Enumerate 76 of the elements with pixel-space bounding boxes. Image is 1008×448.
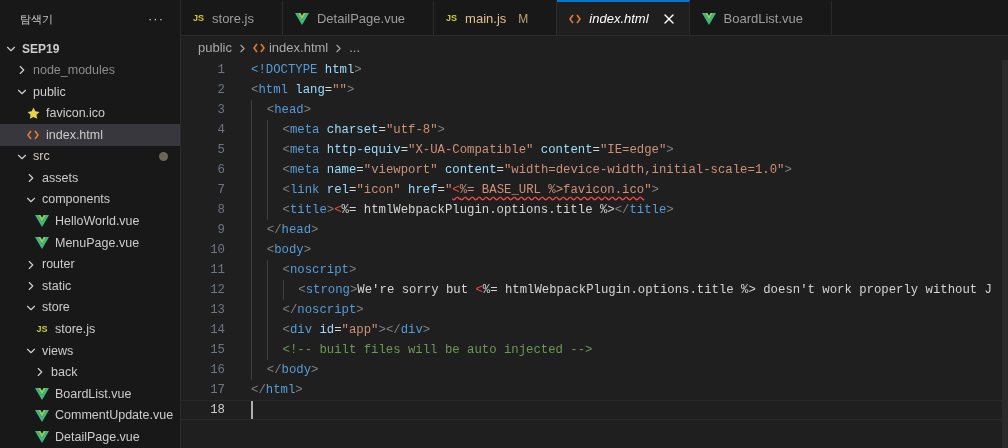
code-line: <meta charset="utf-8"> [251, 120, 445, 140]
line-number: 3 [216, 101, 225, 119]
code-line: <body> [251, 240, 312, 260]
js-icon: JS [446, 14, 458, 23]
folder-item[interactable]: public [0, 81, 180, 103]
folder-item[interactable]: src [0, 145, 180, 168]
line-number: 6 [216, 161, 225, 179]
code-line: <link rel="icon" href="<%= BASE_URL %>favicon.ico"> [251, 180, 659, 200]
code-line: <meta http-equiv="X-UA-Compatible" content="IE=edge"> [251, 140, 674, 160]
code-line: </body> [251, 360, 319, 380]
folder-item[interactable]: back [0, 361, 180, 384]
line-number: 15 [209, 341, 225, 359]
folder-item[interactable]: router [0, 253, 180, 276]
code-line: <!DOCTYPE html> [251, 62, 362, 79]
code-line: <title><%= htmlWebpackPlugin.options.title %></title> [251, 200, 674, 220]
file-item[interactable]: index.html [0, 124, 180, 146]
line-number: 8 [216, 201, 225, 219]
folder-item[interactable]: node_modules [0, 59, 180, 82]
vue-icon [294, 12, 309, 25]
code-line: <html lang=""> [251, 82, 355, 99]
js-icon: JS [36, 324, 48, 334]
file-item[interactable]: BoardList.vue [0, 383, 180, 405]
code-line: <div id="app"></div> [251, 320, 431, 340]
star-icon [26, 107, 40, 120]
more-button[interactable]: ··· [148, 9, 164, 29]
html-icon [27, 130, 39, 141]
file-item[interactable]: DetailPage.vue [0, 426, 180, 448]
line-number: 11 [209, 261, 225, 279]
folder-item[interactable]: views [0, 340, 180, 362]
breadcrumb-item[interactable]: public [198, 38, 232, 58]
vue-icon [701, 12, 716, 25]
html-icon [569, 13, 582, 24]
line-number: 14 [209, 321, 225, 339]
editor-tab[interactable]: index.html [557, 0, 690, 35]
file-item[interactable]: JS store.js [0, 318, 180, 341]
folder-item[interactable]: SEP19 [0, 38, 180, 60]
line-number: 2 [216, 81, 225, 99]
line-number: 12 [209, 281, 225, 299]
line-number: 1 [216, 61, 225, 79]
breadcrumb-item[interactable]: ... [349, 38, 361, 58]
folder-item[interactable]: store [0, 296, 180, 319]
folder-item[interactable]: components [0, 189, 180, 211]
html-icon [252, 43, 265, 53]
line-number: 16 [209, 361, 225, 379]
js-icon: JS [193, 14, 204, 23]
file-item[interactable]: HelloWorld.vue [0, 210, 180, 233]
text-cursor [251, 401, 253, 419]
breadcrumb-item[interactable]: index.html [268, 38, 329, 58]
vue-icon [35, 237, 49, 249]
code-line: <!-- built files will be auto injected --> [251, 340, 593, 360]
vue-icon [35, 409, 49, 422]
file-item[interactable]: MenuPage.vue [0, 232, 180, 254]
line-number: 4 [216, 121, 225, 139]
git-status: M [518, 10, 529, 28]
vue-icon [35, 431, 49, 444]
code-line: <strong>We're sorry but <%= htmlWebpackPlugin.options.title %> doesn't work properly without J [251, 280, 992, 300]
code-line: <noscript> [251, 260, 357, 280]
code-line: </head> [251, 220, 319, 240]
code-line: <meta name="viewport" content="width=device-width,initial-scale=1.0"> [251, 160, 792, 180]
line-number: 10 [209, 241, 225, 259]
explorer-title: 탐색기 [20, 11, 53, 27]
line-number: 7 [216, 181, 225, 199]
line-number: 5 [216, 141, 225, 159]
code-line: <head> [251, 100, 312, 120]
vue-icon [35, 388, 49, 401]
line-number: 18 [209, 401, 225, 419]
line-number: 13 [209, 301, 225, 319]
file-item[interactable]: favicon.ico [0, 102, 180, 125]
file-item[interactable]: CommentUpdate.vue [0, 404, 180, 427]
line-number: 9 [216, 221, 225, 239]
code-line: </noscript> [251, 300, 364, 320]
folder-item[interactable]: assets [0, 167, 180, 190]
vue-icon [35, 215, 49, 228]
folder-item[interactable]: static [0, 275, 180, 297]
code-line: </html> [251, 382, 303, 399]
line-number: 17 [209, 381, 225, 399]
